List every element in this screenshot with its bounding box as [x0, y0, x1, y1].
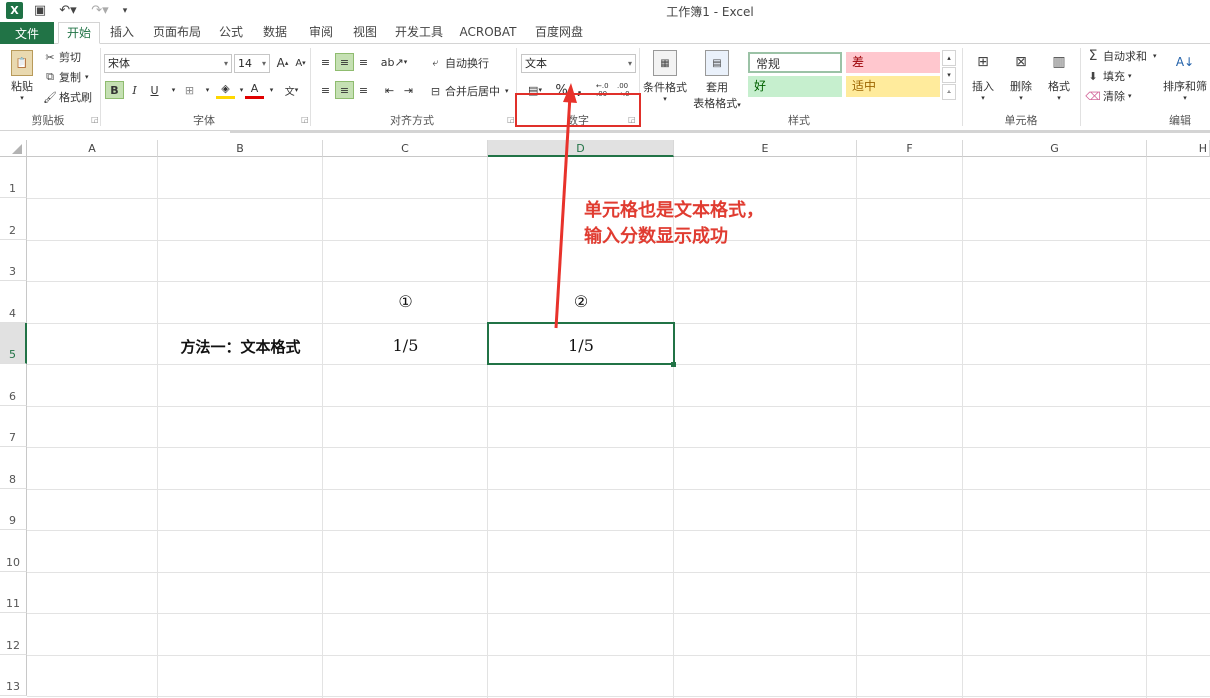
annotation-text: 单元格也是文本格式， 输入分数显示成功 [584, 200, 764, 247]
annotation-arrow-layer [554, 83, 577, 329]
annotation-arrow-head-icon [563, 83, 577, 103]
annotation-arrow-line [554, 95, 572, 329]
